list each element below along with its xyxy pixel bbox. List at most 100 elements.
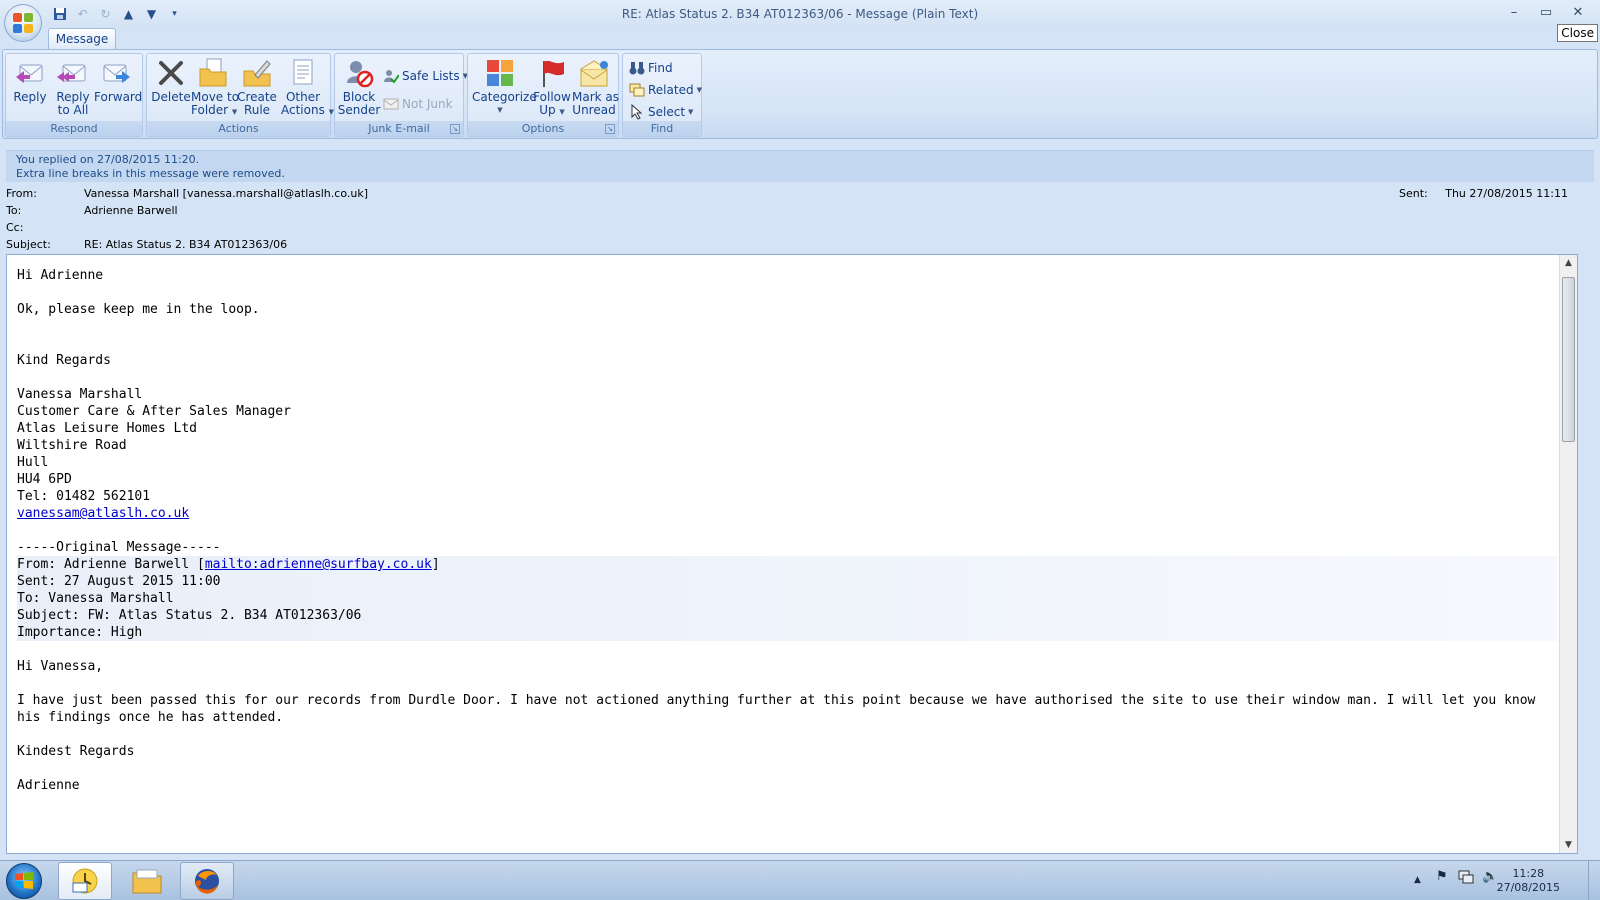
follow-up-button[interactable]: Follow Up ▼ — [530, 57, 574, 119]
original-to: To: Vanessa Marshall — [17, 591, 174, 606]
forward-icon — [103, 64, 130, 83]
scroll-up-arrow-icon[interactable]: ▲ — [1560, 255, 1577, 271]
safe-lists-icon — [384, 70, 399, 84]
info-bar[interactable]: You replied on 27/08/2015 11:20. Extra l… — [6, 150, 1594, 182]
maximize-button[interactable]: ▭ — [1530, 2, 1562, 22]
close-button[interactable]: ✕ — [1562, 2, 1594, 22]
original-message-divider: -----Original Message----- — [17, 540, 221, 555]
dropdown-arrow-icon: ▼ — [559, 108, 565, 116]
binoculars-icon — [629, 62, 645, 75]
subject-label: Subject: — [6, 238, 51, 251]
dropdown-arrow-icon: ▼ — [688, 108, 694, 116]
categorize-icon — [487, 60, 513, 86]
taskbar-explorer[interactable] — [120, 862, 174, 900]
vertical-scrollbar[interactable]: ▲ ▼ — [1559, 255, 1577, 853]
firefox-icon — [195, 869, 219, 894]
title-bar: ↶ ↻ ▲ ▼ ▾ RE: Atlas Status 2. B34 AT0123… — [0, 0, 1600, 28]
tab-message[interactable]: Message — [48, 28, 116, 50]
original-from-mailto-link[interactable]: mailto:adrienne@surfbay.co.uk — [205, 557, 432, 572]
action-center-flag-icon[interactable]: ⚑ — [1436, 869, 1448, 884]
original-importance: Importance: High — [17, 625, 143, 640]
original-from: From: Adrienne Barwell [mailto:adrienne@… — [17, 557, 440, 572]
sent-value: Thu 27/08/2015 11:11 — [1445, 187, 1568, 200]
close-tooltip: Close — [1557, 24, 1598, 42]
cc-label: Cc: — [6, 221, 24, 234]
not-junk-button[interactable]: Not Junk — [383, 94, 453, 114]
safe-lists-button[interactable]: Safe Lists ▼ — [383, 66, 468, 86]
group-find: Find Related ▼ Select ▼ Find — [622, 53, 702, 137]
taskbar-outlook[interactable] — [58, 862, 112, 900]
reply-icon — [16, 64, 43, 83]
signature-road: Wiltshire Road — [17, 438, 127, 453]
taskbar: ▲ ⚑ 🔈 11:28 27/08/2015 — [0, 860, 1600, 900]
move-to-folder-icon — [199, 58, 227, 87]
reply-all-icon — [57, 64, 86, 82]
minimize-button[interactable]: – — [1498, 2, 1530, 22]
move-to-folder-button[interactable]: Move to Folder ▼ — [191, 57, 239, 119]
block-sender-button[interactable]: Block Sender — [337, 57, 381, 119]
junk-dialog-launcher-icon[interactable]: ↘ — [450, 124, 460, 134]
scroll-down-arrow-icon[interactable]: ▼ — [1560, 837, 1577, 853]
clock-date: 27/08/2015 — [1496, 881, 1560, 894]
signature-city: Hull — [17, 455, 49, 470]
select-button[interactable]: Select ▼ — [629, 102, 693, 122]
create-rule-button[interactable]: Create Rule — [235, 57, 279, 119]
sent-label: Sent: — [1398, 187, 1428, 200]
delete-button[interactable]: Delete — [149, 57, 193, 119]
group-options: Categorize ▼ Follow Up ▼ Mark as Unread … — [467, 53, 619, 137]
original-regards: Kindest Regards — [17, 744, 135, 759]
delete-icon — [159, 61, 183, 85]
body-greeting: Hi Adrienne — [17, 268, 104, 283]
clock-time: 11:28 — [1512, 867, 1545, 880]
taskbar-firefox[interactable] — [180, 862, 234, 900]
message-body[interactable]: Hi Adrienne Ok, please keep me in the lo… — [6, 254, 1578, 854]
original-greeting: Hi Vanessa, — [17, 659, 104, 674]
from-value[interactable]: Vanessa Marshall [vanessa.marshall@atlas… — [84, 187, 368, 200]
windows-logo-icon — [15, 872, 33, 889]
group-label-options: Options — [468, 121, 618, 136]
start-button[interactable] — [6, 863, 42, 899]
find-button[interactable]: Find — [629, 58, 673, 78]
tray-show-hidden-icon[interactable]: ▲ — [1414, 875, 1421, 885]
signature-postcode: HU4 6PD — [17, 472, 72, 487]
mark-unread-icon — [580, 60, 608, 87]
signature-tel: Tel: 01482 562101 — [17, 489, 151, 504]
scrollbar-thumb[interactable] — [1562, 277, 1575, 442]
header-sent: Sent: Thu 27/08/2015 11:11 — [1399, 187, 1568, 200]
from-label: From: — [6, 187, 37, 200]
categorize-button[interactable]: Categorize ▼ — [472, 57, 537, 119]
info-replied: You replied on 27/08/2015 11:20. — [16, 153, 200, 166]
mark-as-unread-button[interactable]: Mark as Unread — [572, 57, 619, 119]
related-messages-icon — [629, 83, 645, 97]
ribbon: Reply Reply to All Forward Respond Delet… — [2, 49, 1598, 139]
reply-all-button[interactable]: Reply to All — [51, 57, 95, 119]
group-actions: Delete Move to Folder ▼ Create Rule Othe… — [146, 53, 334, 137]
cursor-icon — [631, 104, 643, 120]
to-value[interactable]: Adrienne Barwell — [84, 204, 178, 217]
other-actions-button[interactable]: Other Actions ▼ — [281, 57, 334, 119]
signature-email-link[interactable]: vanessam@atlaslh.co.uk — [17, 506, 189, 521]
ribbon-tab-row: Message — [0, 28, 1600, 50]
group-label-junk-email: Junk E-mail — [335, 121, 463, 136]
office-button[interactable] — [4, 4, 42, 42]
other-actions-icon — [293, 59, 313, 85]
forward-button[interactable]: Forward — [94, 57, 142, 119]
system-clock[interactable]: 11:28 27/08/2015 — [1497, 867, 1560, 895]
signature-company: Atlas Leisure Homes Ltd — [17, 421, 198, 436]
reply-button[interactable]: Reply — [8, 57, 52, 119]
signature-title: Customer Care & After Sales Manager — [17, 404, 291, 419]
original-paragraph: I have just been passed this for our rec… — [17, 693, 1536, 725]
original-header-block: From: Adrienne Barwell [mailto:adrienne@… — [17, 556, 1557, 641]
body-regards: Kind Regards — [17, 353, 111, 368]
create-rule-icon — [243, 60, 271, 87]
show-desktop-button[interactable] — [1588, 861, 1600, 900]
original-sent: Sent: 27 August 2015 11:00 — [17, 574, 221, 589]
options-dialog-launcher-icon[interactable]: ↘ — [605, 124, 615, 134]
group-label-actions: Actions — [147, 121, 330, 136]
not-junk-icon — [383, 98, 399, 110]
follow-up-flag-icon — [543, 60, 564, 87]
network-icon[interactable] — [1458, 869, 1474, 889]
info-line-breaks: Extra line breaks in this message were r… — [16, 167, 285, 180]
block-sender-icon — [347, 61, 374, 88]
related-button[interactable]: Related ▼ — [629, 80, 702, 100]
